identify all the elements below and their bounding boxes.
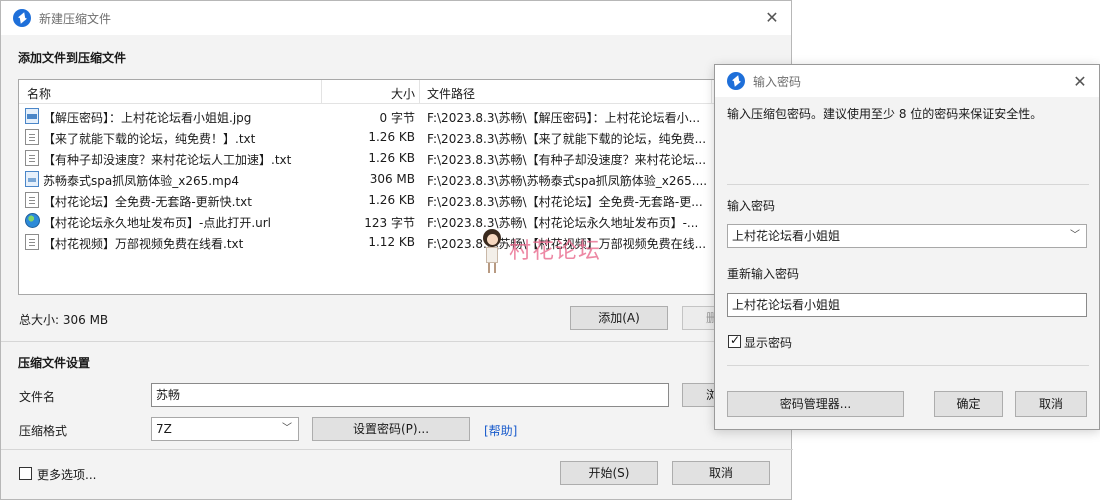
divider [1,341,793,342]
filename-input[interactable]: 苏畅 [151,383,669,407]
divider [727,184,1089,185]
file-name: 【来了就能下载的论坛，纯免费！】.txt [43,132,256,146]
cancel-button[interactable]: 取消 [672,461,770,485]
file-name: 【村花视频】万部视频免费在线看.txt [43,237,244,251]
file-path: F:\2023.8.3\苏畅\【村花论坛】全免费-无套路-更... [427,195,703,209]
add-files-section-title: 添加文件到压缩文件 [18,51,127,65]
app-logo-icon [13,9,31,27]
file-size: 0 字节 [379,111,415,125]
password-dialog: 输入密码 ✕ 输入压缩包密码。建议使用至少 8 位的密码来保证安全性。 输入密码… [714,64,1100,430]
reenter-password-label: 重新输入密码 [727,267,800,281]
jpg-file-icon [25,108,39,124]
file-list-header: 名称 大小 文件路径 [19,80,781,104]
show-password-label[interactable]: 显示密码 [744,334,792,351]
file-path: F:\2023.8.3\苏畅\【有种子却没速度？来村花论坛... [427,153,707,167]
password-manager-button[interactable]: 密码管理器... [727,391,904,417]
file-size: 123 字节 [364,216,415,230]
password-hint-text: 输入压缩包密码。建议使用至少 8 位的密码来保证安全性。 [727,105,1087,203]
add-button[interactable]: 添加(A) [570,306,668,330]
ok-button[interactable]: 确定 [934,391,1003,417]
set-password-button[interactable]: 设置密码(P)... [312,417,470,441]
file-path: F:\2023.8.3\苏畅\【解压密码】：上村花论坛看小... [427,111,701,125]
file-row[interactable]: 苏畅泰式spa抓凤筋体验_x265.mp4 306 MB F:\2023.8.3… [19,169,781,190]
close-icon[interactable]: ✕ [1071,73,1089,91]
show-password-checkbox[interactable] [728,333,741,348]
reenter-password-input[interactable]: 上村花论坛看小姐姐 [727,293,1087,317]
file-name: 【村花论坛永久地址发布页】-点此打开.url [43,216,272,230]
mp4-file-icon [25,171,39,187]
more-options-label[interactable]: 更多选项... [37,466,96,483]
watermark-overlay: 村花论坛 [473,227,633,277]
watermark-text: 村花论坛 [509,239,602,264]
file-size: 1.26 KB [368,130,415,144]
file-path: F:\2023.8.3\苏畅\苏畅泰式spa抓凤筋体验_x265.... [427,174,708,188]
file-name: 【解压密码】：上村花论坛看小姐姐.jpg [43,111,252,125]
dialog-title: 新建压缩文件 [39,11,112,26]
title-bar: 新建压缩文件 ✕ [1,1,791,35]
divider [1,449,793,450]
file-name: 【村花论坛】全免费-无套路-更新快.txt [43,195,252,209]
file-size: 1.12 KB [368,235,415,249]
new-archive-dialog: 新建压缩文件 ✕ 添加文件到压缩文件 名称 大小 文件路径 【解压密码】：上村花… [0,0,793,500]
column-header-size[interactable]: 大小 [391,85,415,102]
divider [727,365,1089,366]
file-size: 1.26 KB [368,151,415,165]
password-hint-label: 输入压缩包密码。建议使用至少 8 位的密码来保证安全性。 [727,107,1043,121]
file-size: 306 MB [369,172,415,186]
file-name: 【有种子却没速度？来村花论坛人工加速】.txt [43,153,292,167]
chevron-down-icon[interactable]: ﹀ [1070,225,1080,247]
column-header-name[interactable]: 名称 [27,85,51,102]
password-value: 上村花论坛看小姐姐 [732,229,841,243]
column-header-path[interactable]: 文件路径 [427,85,475,102]
file-name: 苏畅泰式spa抓凤筋体验_x265.mp4 [43,174,239,188]
password-input[interactable]: 上村花论坛看小姐姐 ﹀ [727,224,1087,248]
file-row[interactable]: 【村花视频】万部视频免费在线看.txt 1.12 KB F:\2023.8.3\… [19,232,781,253]
file-row[interactable]: 【村花论坛】全免费-无套路-更新快.txt 1.26 KB F:\2023.8.… [19,190,781,211]
file-path: F:\2023.8.3\苏畅\【来了就能下载的论坛，纯免费... [427,132,707,146]
cartoon-girl-icon [477,227,507,275]
file-row[interactable]: 【来了就能下载的论坛，纯免费！】.txt 1.26 KB F:\2023.8.3… [19,127,781,148]
txt-file-icon [25,192,39,208]
file-row[interactable]: 【有种子却没速度？来村花论坛人工加速】.txt 1.26 KB F:\2023.… [19,148,781,169]
total-size-label: 总大小: 306 MB [19,313,109,327]
format-label: 压缩格式 [19,424,68,438]
url-globe-icon [25,213,40,228]
password-title-bar: 输入密码 ✕ [715,65,1099,97]
archive-settings-section-title: 压缩文件设置 [18,356,91,370]
close-icon[interactable]: ✕ [763,9,781,27]
txt-file-icon [25,150,39,166]
file-list[interactable]: 名称 大小 文件路径 【解压密码】：上村花论坛看小姐姐.jpg 0 字节 F:\… [18,79,782,295]
txt-file-icon [25,129,39,145]
file-size: 1.26 KB [368,193,415,207]
start-button[interactable]: 开始(S) [560,461,658,485]
password-label: 输入密码 [727,199,776,213]
txt-file-icon [25,234,39,250]
file-row[interactable]: 【村花论坛永久地址发布页】-点此打开.url 123 字节 F:\2023.8.… [19,211,781,232]
password-cancel-button[interactable]: 取消 [1015,391,1087,417]
filename-label: 文件名 [19,390,56,404]
password-dialog-title: 输入密码 [753,74,802,89]
chevron-down-icon: ﹀ [282,423,292,434]
format-select[interactable]: 7Z ﹀ [151,417,299,441]
app-logo-icon [727,72,745,90]
help-link[interactable]: [帮助] [484,422,517,439]
format-value: 7Z [156,422,172,436]
more-options-checkbox[interactable] [19,467,32,480]
file-row[interactable]: 【解压密码】：上村花论坛看小姐姐.jpg 0 字节 F:\2023.8.3\苏畅… [19,106,781,127]
